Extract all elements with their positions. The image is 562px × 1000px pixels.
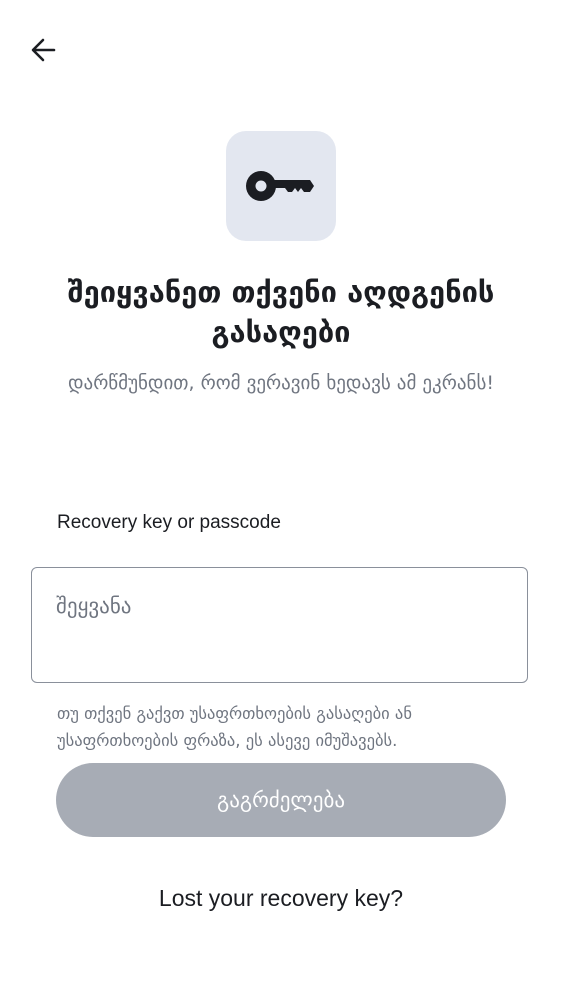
lost-recovery-key-link[interactable]: Lost your recovery key? [0,885,562,912]
recovery-key-input[interactable] [31,567,528,683]
arrow-left-icon [31,38,56,62]
key-icon-container [226,131,336,241]
key-icon [246,171,314,201]
page-subtitle: დარწმუნდით, რომ ვერავინ ხედავს ამ ეკრანს… [68,372,494,394]
input-hint: თუ თქვენ გაქვთ უსაფრთხოების გასაღები ან … [57,704,412,750]
page-title: შეიყვანეთ თქვენი აღდგენის გასაღები [67,275,495,349]
continue-button[interactable]: გაგრძელება [56,763,506,837]
back-button[interactable] [28,34,60,66]
recovery-key-label: Recovery key or passcode [57,512,281,533]
